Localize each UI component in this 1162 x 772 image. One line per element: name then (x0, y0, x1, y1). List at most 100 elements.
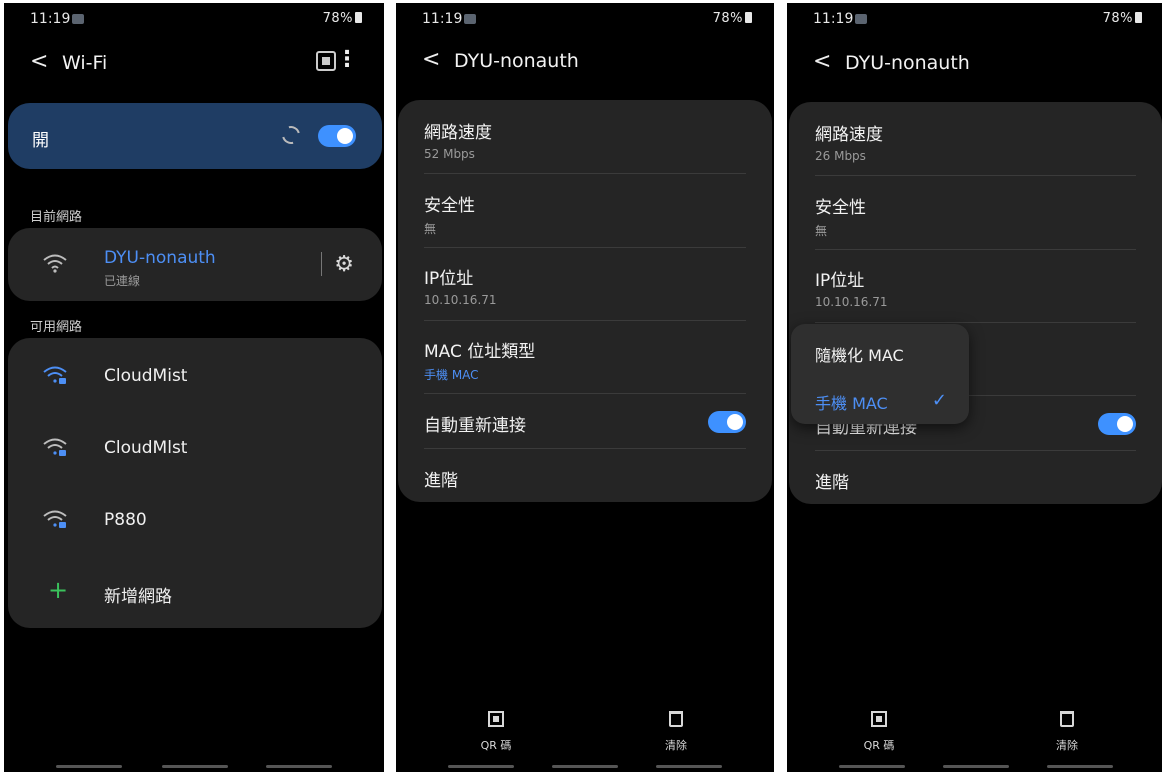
wifi-locked-icon (43, 366, 67, 384)
delete-network-button[interactable]: 清除 (1037, 711, 1097, 753)
app-bar: < DYU-nonauth (787, 43, 1162, 87)
mac-type-popup-menu: 隨機化 MAC 手機 MAC ✓ (791, 324, 969, 424)
app-bar: < Wi-Fi ⋮ (4, 43, 384, 87)
notification-icon (72, 14, 84, 24)
status-bar: 11:19 78% (396, 3, 774, 33)
network-details-screen: 11:19 78% < DYU-nonauth 網路速度 52 Mbps 安全性… (396, 3, 774, 772)
link-speed-row: 網路速度 52 Mbps (424, 118, 746, 161)
network-list-item[interactable]: CloudMlst (8, 412, 382, 484)
auto-reconnect-toggle[interactable] (708, 411, 746, 433)
status-time: 11:19 (30, 11, 71, 27)
status-icons: 78% (323, 11, 362, 26)
row-title: 網路速度 (815, 125, 883, 145)
row-value: 無 (424, 222, 437, 236)
row-value: 手機 MAC (424, 368, 479, 382)
qr-code-label: QR 碼 (480, 739, 512, 752)
row-title: 自動重新連接 (424, 416, 526, 436)
back-button[interactable]: < (813, 49, 831, 74)
row-title: 安全性 (815, 198, 866, 218)
scanning-spinner-icon (278, 122, 304, 148)
page-title: DYU-nonauth (845, 52, 970, 74)
qr-code-icon (871, 711, 887, 727)
status-bar: 11:19 78% (787, 3, 1162, 33)
status-bar: 11:19 78% (4, 3, 384, 33)
network-name: CloudMist (104, 366, 188, 386)
network-list-item[interactable]: P880 (8, 484, 382, 556)
row-value: 52 Mbps (424, 147, 475, 161)
divider (815, 175, 1136, 176)
row-title: 進階 (815, 473, 849, 493)
divider (424, 393, 746, 394)
battery-icon (355, 12, 362, 23)
trash-icon (1060, 711, 1074, 727)
divider (815, 249, 1136, 250)
battery-icon (1135, 12, 1142, 23)
qr-code-icon (488, 711, 504, 727)
more-options-icon[interactable]: ⋮ (336, 49, 358, 71)
gear-icon[interactable]: ⚙ (334, 252, 354, 277)
security-row: 安全性 無 (424, 191, 746, 237)
checkmark-icon: ✓ (931, 390, 947, 411)
row-title: MAC 位址類型 (424, 342, 536, 362)
advanced-row[interactable]: 進階 (424, 466, 746, 491)
divider (424, 247, 746, 248)
available-networks-section-label: 可用網路 (30, 320, 83, 335)
phone-mac-option[interactable]: 手機 MAC (815, 390, 888, 414)
row-value: 10.10.16.71 (424, 293, 497, 307)
add-network-label: 新增網路 (104, 587, 172, 607)
advanced-row[interactable]: 進階 (815, 468, 1136, 493)
ip-address-row: IP位址 10.10.16.71 (424, 264, 746, 307)
back-button[interactable]: < (422, 47, 440, 72)
wifi-master-switch[interactable]: 開 (8, 103, 382, 169)
app-bar: < DYU-nonauth (396, 41, 774, 85)
network-list-item[interactable]: CloudMist (8, 340, 382, 412)
status-icons: 78% (713, 11, 752, 26)
back-button[interactable]: < (30, 49, 48, 74)
row-value: 無 (815, 224, 828, 238)
current-network-name: DYU-nonauth (104, 248, 216, 268)
notification-icon (855, 14, 867, 24)
network-details-mac-popup-screen: 11:19 78% < DYU-nonauth 網路速度 26 Mbps 安全性… (787, 3, 1162, 772)
auto-reconnect-row[interactable]: 自動重新連接 (424, 411, 746, 437)
add-network-item[interactable]: + 新增網路 (8, 556, 382, 628)
auto-reconnect-toggle[interactable] (1098, 413, 1136, 435)
divider (424, 173, 746, 174)
trash-icon (669, 711, 683, 727)
battery-icon (745, 12, 752, 23)
notification-icon (464, 14, 476, 24)
divider (815, 450, 1136, 451)
row-title: IP位址 (424, 269, 474, 289)
mac-address-type-row[interactable]: MAC 位址類型 手機 MAC (424, 337, 746, 383)
divider (424, 320, 746, 321)
row-title: 網路速度 (424, 123, 492, 143)
link-speed-row: 網路速度 26 Mbps (815, 120, 1136, 163)
wifi-signal-icon (43, 254, 67, 273)
status-icons: 78% (1103, 11, 1142, 26)
network-details-card: 網路速度 52 Mbps 安全性 無 IP位址 10.10.16.71 MAC … (398, 100, 772, 502)
delete-label: 清除 (1056, 739, 1078, 752)
qr-code-button[interactable]: QR 碼 (849, 711, 909, 753)
row-title: 進階 (424, 471, 458, 491)
divider (424, 448, 746, 449)
wifi-switch-label: 開 (32, 131, 49, 151)
current-network-status: 已連線 (104, 274, 141, 288)
delete-label: 清除 (665, 739, 687, 752)
ip-address-row: IP位址 10.10.16.71 (815, 266, 1136, 309)
divider (321, 252, 322, 276)
wifi-locked-icon (43, 510, 67, 528)
qr-code-button[interactable]: QR 碼 (466, 711, 526, 753)
page-title: Wi-Fi (62, 52, 108, 74)
row-title: 安全性 (424, 196, 475, 216)
delete-network-button[interactable]: 清除 (646, 711, 706, 753)
plus-icon: + (48, 576, 69, 604)
status-time: 11:19 (422, 11, 463, 27)
qr-scan-icon[interactable] (316, 51, 336, 71)
row-value: 10.10.16.71 (815, 295, 888, 309)
randomized-mac-option[interactable]: 隨機化 MAC (815, 342, 904, 366)
network-details-card: 網路速度 26 Mbps 安全性 無 IP位址 10.10.16.71 自動重新… (789, 102, 1162, 504)
wifi-settings-screen: 11:19 78% < Wi-Fi ⋮ 開 目前網路 DYU-nonauth 已… (4, 3, 384, 772)
current-network-card[interactable]: DYU-nonauth 已連線 ⚙ (8, 228, 382, 301)
system-nav-bar (396, 765, 774, 768)
wifi-toggle[interactable] (318, 125, 356, 147)
row-value: 26 Mbps (815, 149, 866, 163)
